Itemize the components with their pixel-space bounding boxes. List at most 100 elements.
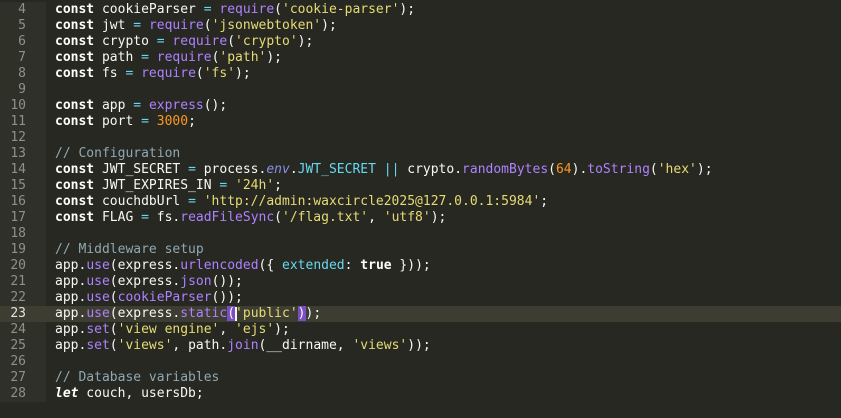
code-text[interactable]: const path = require('path'); [55, 50, 282, 66]
code-line[interactable]: 17 const FLAG = fs.readFileSync('/flag.tx… [0, 210, 841, 226]
code-text[interactable]: // Database variables [55, 370, 219, 386]
code-token: toString [587, 162, 650, 177]
line-number: 11 [10, 114, 26, 129]
code-token: , [368, 210, 384, 225]
code-line[interactable]: 19 // Middleware setup [0, 242, 841, 258]
line-number: 12 [10, 130, 26, 145]
code-line[interactable]: 11 const port = 3000; [0, 114, 841, 130]
code-text[interactable]: // Configuration [55, 146, 180, 162]
code-token: const [55, 178, 95, 193]
code-token: const [55, 66, 95, 81]
code-token: ); [305, 306, 322, 321]
code-text[interactable]: const crypto = require('crypto'); [55, 34, 313, 50]
code-token: fs. [148, 210, 181, 225]
code-text[interactable]: const FLAG = fs.readFileSync('/flag.txt'… [55, 210, 446, 226]
code-token: require [141, 66, 196, 81]
line-number: 14 [10, 162, 26, 177]
line-gutter: 27 [0, 370, 46, 386]
code-token: cookieParser [117, 290, 212, 305]
code-line[interactable]: 4 const cookieParser = require('cookie-pa… [0, 2, 841, 18]
code-text[interactable]: // Middleware setup [55, 242, 204, 258]
code-line[interactable]: 22 app.use(cookieParser()); [0, 290, 841, 306]
line-number: 7 [18, 50, 26, 65]
code-text[interactable]: app.use(express.static('public')); [55, 306, 321, 322]
code-line[interactable]: 27 // Database variables [0, 370, 841, 386]
code-token: ( [109, 322, 118, 337]
code-text[interactable]: const JWT_SECRET = process.env.JWT_SECRE… [55, 162, 713, 178]
line-number: 8 [18, 66, 26, 81]
line-number: 16 [10, 194, 26, 209]
code-token: join [227, 338, 259, 353]
code-token: ( [649, 162, 658, 177]
code-text[interactable]: app.use(cookieParser()); [55, 290, 243, 306]
code-token: (express. [109, 258, 181, 273]
code-text[interactable]: const couchdbUrl = 'http://admin:waxcirc… [55, 194, 548, 210]
code-token: 'path' [219, 50, 267, 65]
code-line[interactable]: 14 const JWT_SECRET = process.env.JWT_SEC… [0, 162, 841, 178]
code-text[interactable]: app.use(express.urlencoded({ extended: t… [55, 258, 431, 274]
code-token: urlencoded [180, 258, 259, 273]
code-token: 'utf8' [383, 210, 431, 225]
code-text[interactable]: app.set('view engine', 'ejs'); [55, 322, 290, 338]
code-text[interactable]: app.use(express.json()); [55, 274, 243, 290]
code-text[interactable]: const app = express(); [55, 98, 227, 114]
code-line[interactable]: 15 const JWT_EXPIRES_IN = '24h'; [0, 178, 841, 194]
code-line[interactable]: 5 const jwt = require('jsonwebtoken'); [0, 18, 841, 34]
code-token: = [188, 162, 196, 177]
code-line[interactable]: 21 app.use(express.json()); [0, 274, 841, 290]
code-token: || [383, 162, 400, 177]
line-gutter: 25 [0, 338, 46, 354]
line-gutter: 4 [0, 2, 46, 18]
code-text[interactable]: const cookieParser = require('cookie-par… [55, 2, 415, 18]
code-token: app. [55, 322, 87, 337]
code-token: fs [94, 66, 126, 81]
code-token: extended [282, 258, 345, 273]
code-text[interactable]: const JWT_EXPIRES_IN = '24h'; [55, 178, 282, 194]
code-token: const [55, 18, 95, 33]
code-token: crypto [94, 34, 157, 49]
code-token: // Configuration [55, 146, 181, 161]
line-gutter: 10 [0, 98, 46, 114]
code-line[interactable]: 12 [0, 130, 841, 146]
code-text[interactable]: app.set('views', path.join(__dirname, 'v… [55, 338, 431, 354]
code-line[interactable]: 10 const app = express(); [0, 98, 841, 114]
line-number: 21 [10, 274, 26, 289]
code-line[interactable]: 28 let couch, usersDb; [0, 386, 841, 402]
code-text[interactable]: const fs = require('fs'); [55, 66, 251, 82]
code-token: app. [55, 274, 87, 289]
code-editor[interactable]: 4 const cookieParser = require('cookie-pa… [0, 0, 841, 418]
code-line[interactable]: 9 [0, 82, 841, 98]
line-gutter: 7 [0, 50, 46, 66]
code-token: = [141, 210, 149, 225]
code-line[interactable]: 20 app.use(express.urlencoded({ extended:… [0, 258, 841, 274]
code-line[interactable]: 8 const fs = require('fs'); [0, 66, 841, 82]
code-token: , path. [172, 338, 228, 353]
code-line[interactable]: 7 const path = require('path'); [0, 50, 841, 66]
code-text[interactable]: let couch, usersDb; [55, 386, 204, 402]
code-token: const [55, 162, 95, 177]
code-line[interactable]: 6 const crypto = require('crypto'); [0, 34, 841, 50]
line-gutter: 18 [0, 226, 46, 242]
code-text[interactable]: const jwt = require('jsonwebtoken'); [55, 18, 337, 34]
code-token: const [55, 34, 95, 49]
line-gutter: 12 [0, 130, 46, 146]
code-line[interactable]: 25 app.set('views', path.join(__dirname, … [0, 338, 841, 354]
code-token: ()); [211, 274, 243, 289]
code-line[interactable]: 26 [0, 354, 841, 370]
code-token: = [133, 18, 142, 33]
code-line[interactable]: 13 // Configuration [0, 146, 841, 162]
code-token: const [55, 194, 95, 209]
code-line[interactable]: 16 const couchdbUrl = 'http://admin:waxci… [0, 194, 841, 210]
code-token: ( [109, 290, 118, 305]
line-number: 9 [18, 82, 26, 97]
code-token: env [266, 162, 290, 177]
code-token: = [141, 50, 149, 65]
code-text[interactable]: const port = 3000; [55, 114, 196, 130]
code-line[interactable]: 23 app.use(express.static('public')); [0, 306, 841, 322]
code-line[interactable]: 18 [0, 226, 841, 242]
code-token: app. [55, 338, 87, 353]
code-token: static [180, 306, 228, 321]
code-token: ); [430, 210, 447, 225]
code-line[interactable]: 24 app.set('view engine', 'ejs'); [0, 322, 841, 338]
code-token: app. [55, 258, 87, 273]
